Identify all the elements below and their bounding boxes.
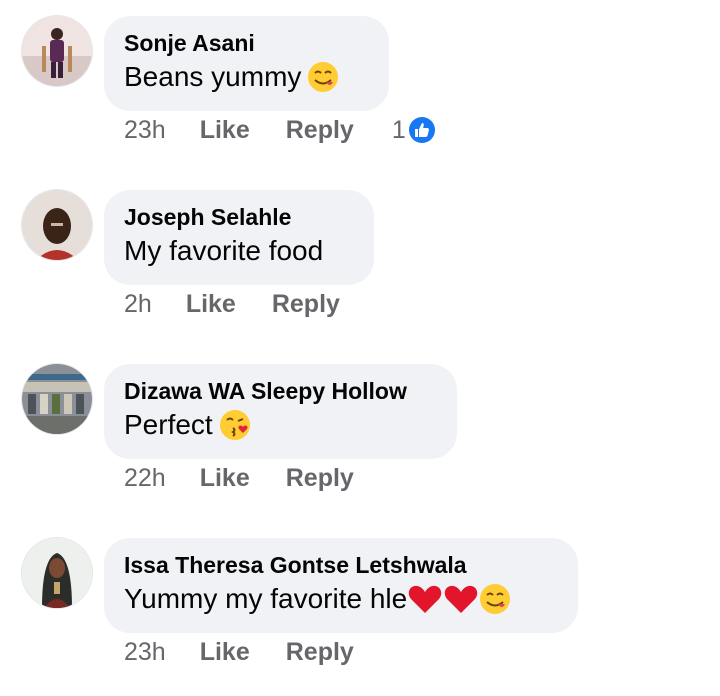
red-heart-emoji-icon: [443, 583, 479, 615]
reply-button[interactable]: Reply: [272, 290, 340, 319]
avatar[interactable]: [22, 190, 92, 260]
like-button[interactable]: Like: [200, 464, 250, 493]
comment-actions: 2h Like Reply: [124, 282, 340, 326]
comment: Sonje Asani Beans yummy 23h Like Reply 1: [0, 0, 720, 174]
comment-time[interactable]: 23h: [124, 638, 166, 667]
comment-text-row: Yummy my favorite hle: [124, 579, 558, 619]
like-button[interactable]: Like: [200, 116, 250, 145]
reaction-summary[interactable]: 1: [392, 116, 436, 145]
comment-bubble: Dizawa WA Sleepy Hollow Perfect: [104, 364, 457, 459]
comment-actions: 23h Like Reply 1: [124, 108, 436, 152]
comment-time[interactable]: 22h: [124, 464, 166, 493]
comment-text: Perfect: [124, 409, 213, 440]
avatar[interactable]: [22, 16, 92, 86]
comment-text-row: Beans yummy: [124, 57, 369, 97]
thumbs-up-icon: [408, 117, 435, 143]
comment-author[interactable]: Joseph Selahle: [124, 203, 354, 231]
kiss-face-emoji-icon: [219, 409, 253, 441]
comment-actions: 23h Like Reply: [124, 630, 354, 674]
comment: Joseph Selahle My favorite food 2h Like …: [0, 174, 720, 348]
comment-author[interactable]: Sonje Asani: [124, 29, 369, 57]
comment-author[interactable]: Issa Theresa Gontse Letshwala: [124, 551, 558, 579]
comment-bubble: Sonje Asani Beans yummy: [104, 16, 389, 111]
comment-author[interactable]: Dizawa WA Sleepy Hollow: [124, 377, 437, 405]
comment-text: Beans yummy: [124, 61, 302, 92]
comment-actions: 22h Like Reply: [124, 456, 354, 500]
reaction-count: 1: [391, 115, 406, 144]
comment-text-row: My favorite food: [124, 231, 354, 271]
avatar[interactable]: [22, 538, 92, 608]
comment-text: My favorite food: [124, 235, 324, 266]
comment-text-row: Perfect: [124, 405, 437, 445]
reply-button[interactable]: Reply: [286, 116, 354, 145]
red-heart-emoji-icon: [407, 583, 443, 615]
comment-time[interactable]: 2h: [124, 290, 152, 319]
reply-button[interactable]: Reply: [286, 464, 354, 493]
comment-text: Yummy my favorite hle: [124, 583, 408, 614]
like-button[interactable]: Like: [186, 290, 236, 319]
yum-face-emoji-icon: [479, 583, 511, 615]
comment-bubble: Joseph Selahle My favorite food: [104, 190, 374, 285]
reply-button[interactable]: Reply: [286, 638, 354, 667]
like-button[interactable]: Like: [200, 638, 250, 667]
comment-bubble: Issa Theresa Gontse Letshwala Yummy my f…: [104, 538, 578, 633]
comment: Issa Theresa Gontse Letshwala Yummy my f…: [0, 522, 720, 696]
avatar[interactable]: [22, 364, 92, 434]
comment-time[interactable]: 23h: [124, 116, 166, 145]
yum-face-emoji-icon: [307, 61, 339, 93]
comment: Dizawa WA Sleepy Hollow Perfect 22h Like…: [0, 348, 720, 522]
